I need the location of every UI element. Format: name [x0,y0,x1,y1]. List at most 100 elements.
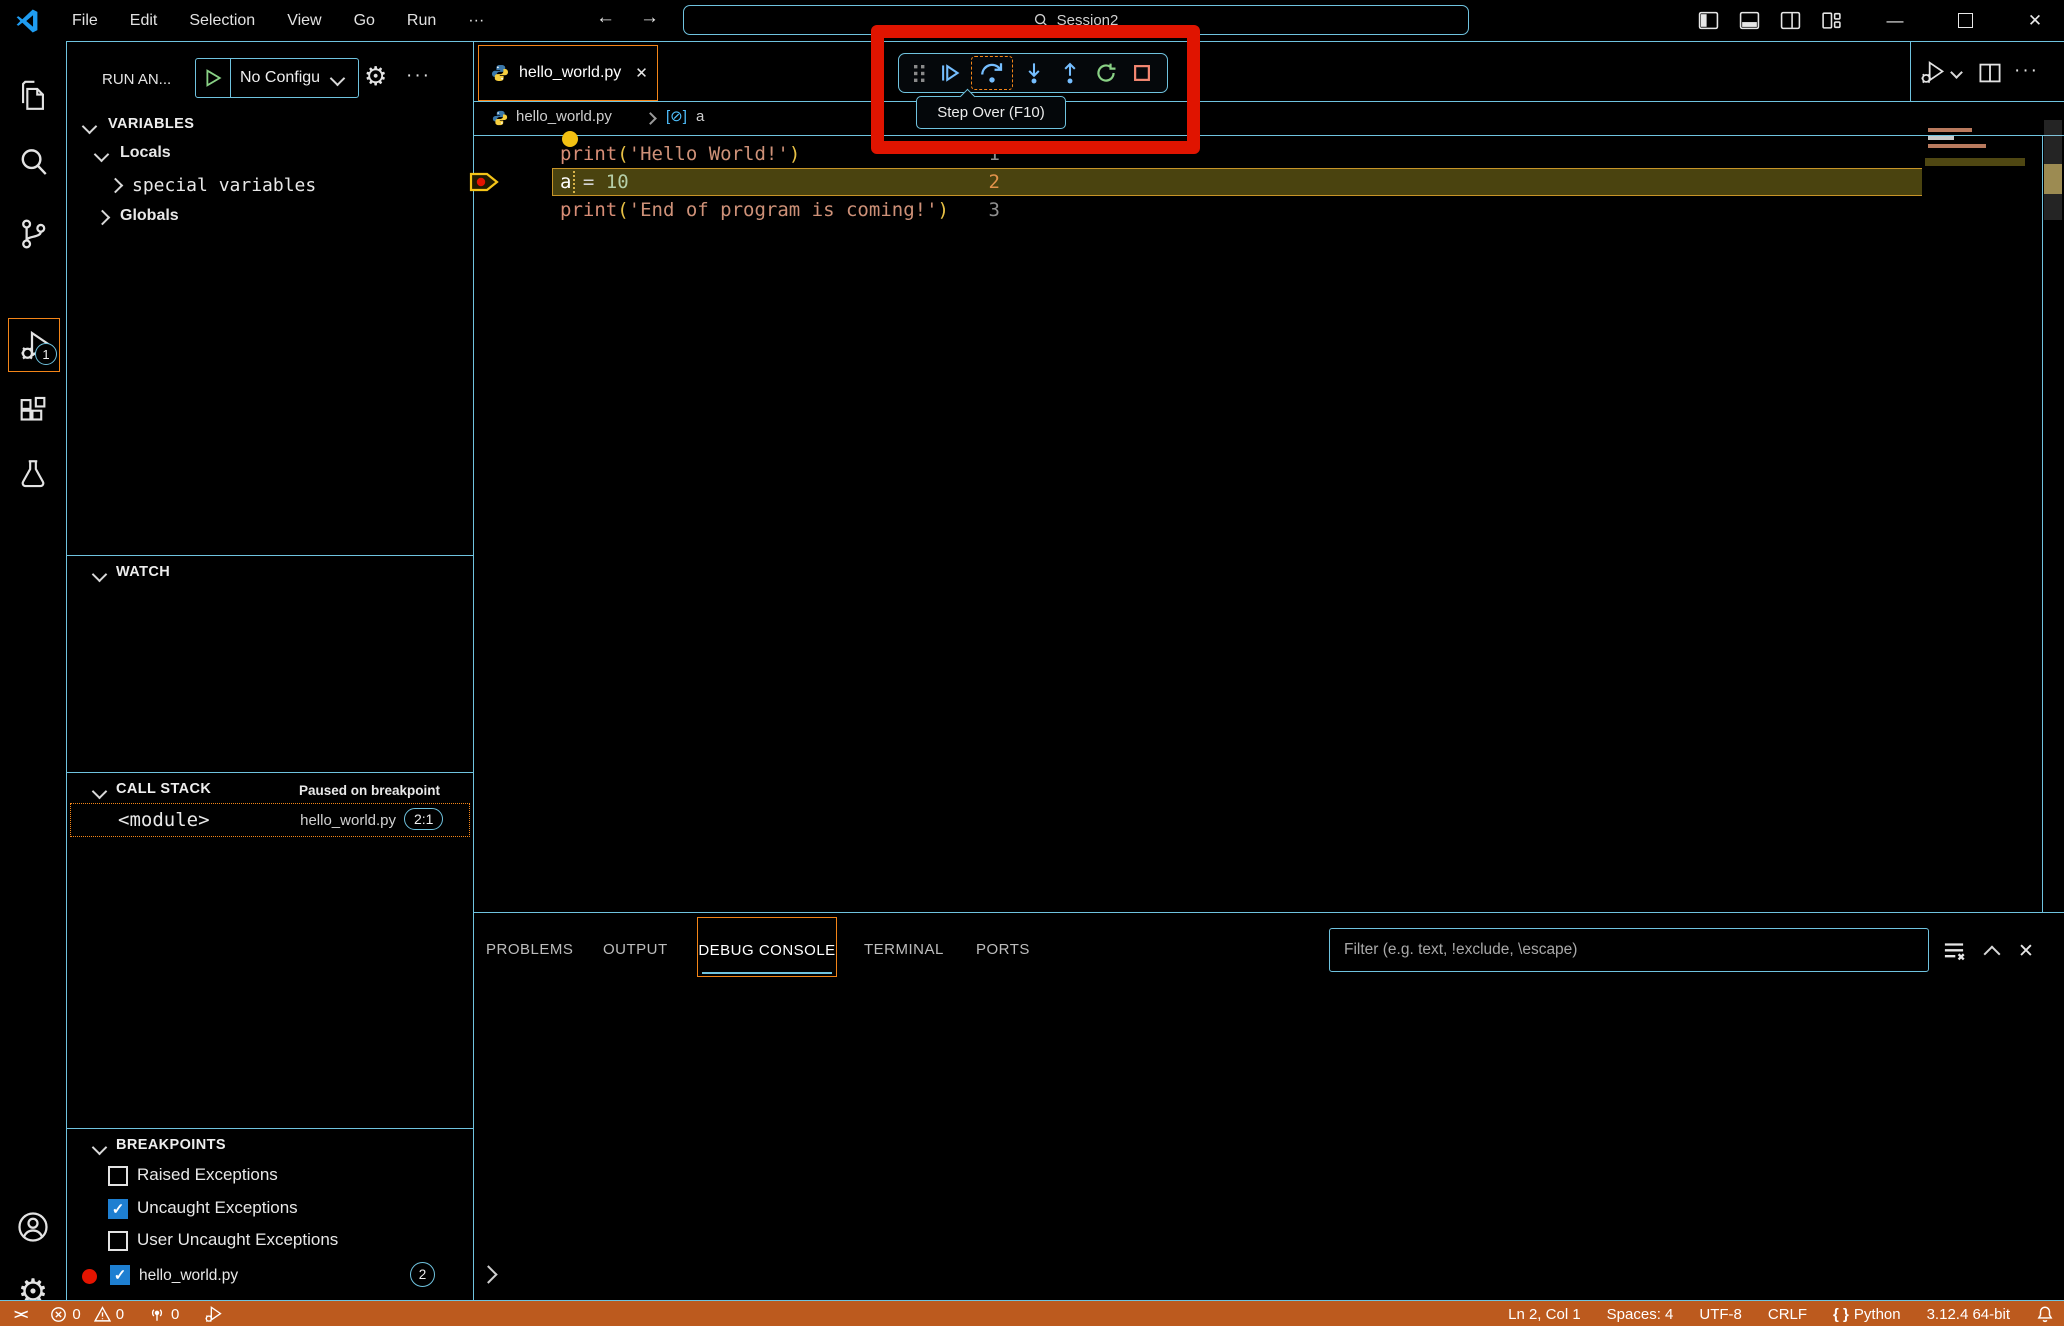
window-maximize-button[interactable] [1942,0,1988,41]
step-into-button-icon[interactable] [1019,58,1049,88]
debug-launch-dropdown[interactable]: No Configu [195,58,359,98]
variables-section-title[interactable]: VARIABLES [108,116,194,132]
overview-ruler-current-line-mark [2044,164,2062,194]
locals-label[interactable]: Locals [120,144,171,162]
toggle-sidebar-icon[interactable] [1698,10,1719,31]
restart-button-icon[interactable] [1091,58,1121,88]
language-mode[interactable]: { } Python [1833,1306,1901,1323]
indentation[interactable]: Spaces: 4 [1607,1306,1674,1323]
sidebar-more-actions-icon[interactable]: ··· [406,65,431,87]
cursor-position[interactable]: Ln 2, Col 1 [1508,1306,1581,1323]
breakpoints-chevron-icon[interactable] [92,1140,108,1156]
breadcrumb: hello_world.py [⊘] a [474,102,2064,135]
watch-section-title[interactable]: WATCH [116,564,170,580]
testing-icon[interactable] [0,457,66,491]
python-interpreter[interactable]: 3.12.4 64-bit [1927,1306,2010,1323]
tab-title: hello_world.py [519,64,621,82]
stop-button-icon[interactable] [1127,58,1157,88]
explorer-icon[interactable] [0,79,66,113]
maximize-panel-icon[interactable] [1984,946,2001,963]
window-minimize-button[interactable]: — [1872,0,1918,41]
file-breakpoint-checkbox[interactable] [110,1265,130,1285]
special-variables-chevron-icon[interactable] [108,178,124,194]
split-editor-icon[interactable] [1978,61,2002,85]
tab-close-icon[interactable]: ✕ [635,64,648,82]
symbol-variable-icon: [⊘] [666,107,687,125]
breadcrumb-symbol[interactable]: a [696,108,704,125]
uncaught-exceptions-checkbox[interactable] [108,1199,128,1219]
clear-console-icon[interactable] [1941,938,1967,964]
vscode-logo-icon [14,8,40,34]
locals-chevron-icon[interactable] [94,147,110,163]
search-value: Session2 [1057,12,1119,29]
extensions-icon[interactable] [0,393,66,427]
globals-chevron-icon[interactable] [95,210,111,226]
tab-debug-console[interactable]: DEBUG CONSOLE [697,917,837,977]
line-number: 2 [960,168,1000,196]
tab-problems[interactable]: PROBLEMS [486,941,573,958]
title-bar: File Edit Selection View Go Run ··· ← → … [0,0,2064,42]
code-editor[interactable]: 1 2 3 print('Hello World!') a = 10 print… [474,136,2064,912]
nav-forward-button[interactable]: → [640,7,659,29]
tab-ports[interactable]: PORTS [976,941,1030,958]
python-file-icon [491,64,509,82]
customize-layout-icon[interactable] [1821,10,1842,31]
editor-tab-hello-world[interactable]: hello_world.py ✕ [478,45,658,101]
call-stack-chevron-icon[interactable] [92,784,108,800]
remote-indicator[interactable]: >< [14,1306,26,1322]
menu-run[interactable]: Run [391,12,452,30]
tab-terminal[interactable]: TERMINAL [864,941,944,958]
menu-selection[interactable]: Selection [173,12,271,30]
console-prompt-icon [479,1265,497,1283]
watch-chevron-icon[interactable] [92,567,108,583]
search-sidebar-icon[interactable] [0,145,66,179]
editor-run-debug-icon[interactable] [1918,58,1946,86]
globals-label[interactable]: Globals [120,207,179,225]
step-out-button-icon[interactable] [1055,58,1085,88]
variables-chevron-icon[interactable] [82,119,98,135]
menu-go[interactable]: Go [338,12,391,30]
debug-toolbar[interactable] [898,53,1168,93]
editor-more-actions-icon[interactable]: ··· [2014,60,2039,82]
breadcrumb-file[interactable]: hello_world.py [516,108,612,125]
stack-frame-name: <module> [118,809,210,831]
close-panel-icon[interactable]: ✕ [2018,940,2034,963]
menu-view[interactable]: View [271,12,337,30]
toggle-panel-icon[interactable] [1739,10,1760,31]
toolbar-drag-grip-icon[interactable] [909,58,929,88]
encoding[interactable]: UTF-8 [1699,1306,1742,1323]
ports-indicator[interactable]: 0 [148,1305,179,1323]
run-and-debug-item[interactable]: 1 [8,318,60,372]
command-center-search[interactable]: Session2 [683,5,1469,35]
continue-button-icon[interactable] [935,58,965,88]
special-variables-label[interactable]: special variables [132,175,316,196]
line-number: 3 [960,196,1000,224]
call-stack-section-title[interactable]: CALL STACK [116,781,211,797]
account-icon[interactable] [0,1209,66,1245]
user-uncaught-exceptions-checkbox[interactable] [108,1231,128,1251]
problems-indicator[interactable]: 0 0 [50,1306,124,1323]
run-dropdown-chevron-icon[interactable] [1950,66,1963,79]
menu-overflow[interactable]: ··· [452,12,500,30]
debug-console-filter-input[interactable] [1329,928,1929,972]
toggle-secondary-sidebar-icon[interactable] [1780,10,1801,31]
nav-back-button[interactable]: ← [596,7,615,29]
vscode-window: File Edit Selection View Go Run ··· ← → … [0,0,2064,1326]
menu-file[interactable]: File [56,12,114,30]
debug-status-icon[interactable] [203,1304,223,1324]
tab-output[interactable]: OUTPUT [603,941,668,958]
step-over-button-icon[interactable] [971,56,1013,90]
code-line-1: print('Hello World!') [560,140,800,168]
breakpoints-section-title[interactable]: BREAKPOINTS [116,1137,226,1153]
start-debug-icon[interactable] [204,69,222,87]
debug-settings-gear-icon[interactable]: ⚙ [364,63,387,89]
debug-badge: 1 [35,343,57,365]
current-breakpoint-arrow-icon[interactable] [468,170,500,194]
eol-sequence[interactable]: CRLF [1768,1306,1807,1323]
raised-exceptions-checkbox[interactable] [108,1166,128,1186]
notifications-bell-icon[interactable] [2036,1305,2054,1323]
source-control-icon[interactable] [0,217,66,251]
window-close-button[interactable]: ✕ [2012,0,2058,41]
menu-edit[interactable]: Edit [114,12,174,30]
call-stack-frame-row[interactable]: <module> hello_world.py 2:1 [70,803,470,837]
